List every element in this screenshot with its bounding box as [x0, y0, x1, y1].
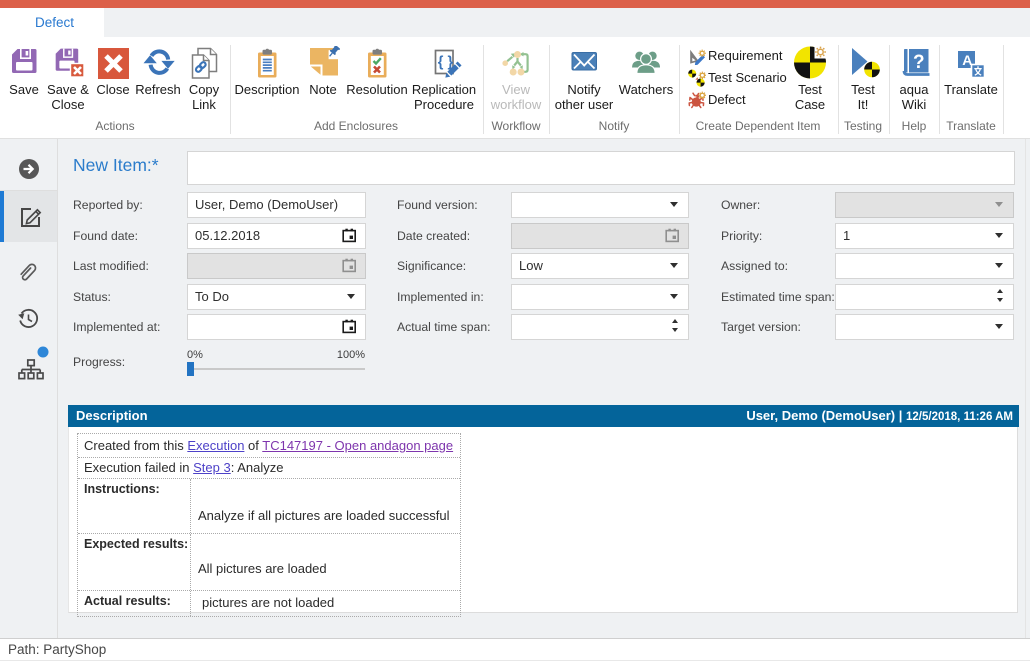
svg-text:?: ?: [913, 52, 925, 73]
